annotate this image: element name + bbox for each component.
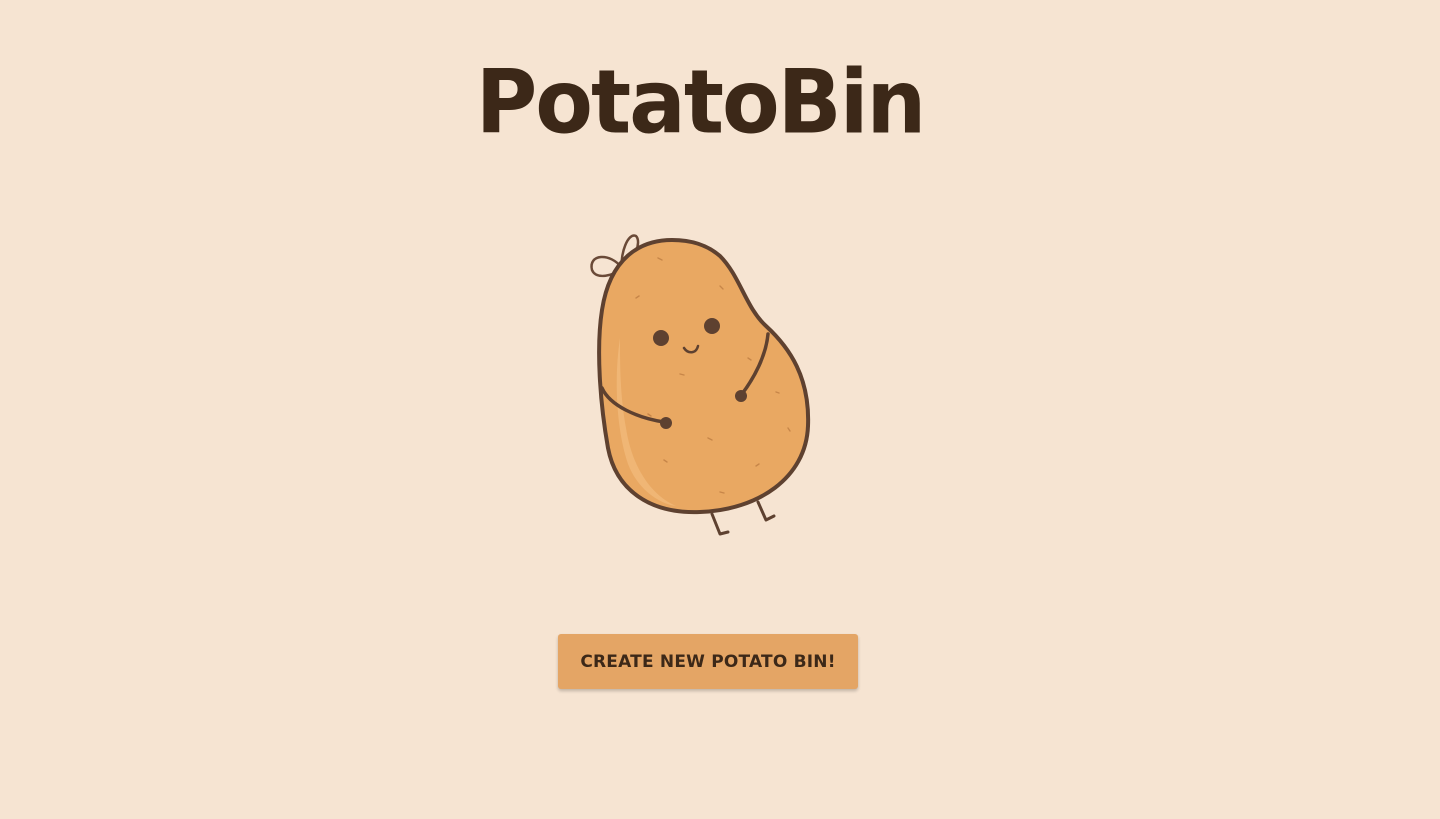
create-new-potato-bin-button[interactable]: CREATE NEW POTATO BIN! bbox=[558, 634, 858, 689]
potato-mascot-icon bbox=[590, 234, 811, 536]
landing-page: PotatoBin CREATE NEW POTATO BIN! bbox=[0, 0, 1440, 819]
page-title: PotatoBin bbox=[475, 50, 927, 154]
